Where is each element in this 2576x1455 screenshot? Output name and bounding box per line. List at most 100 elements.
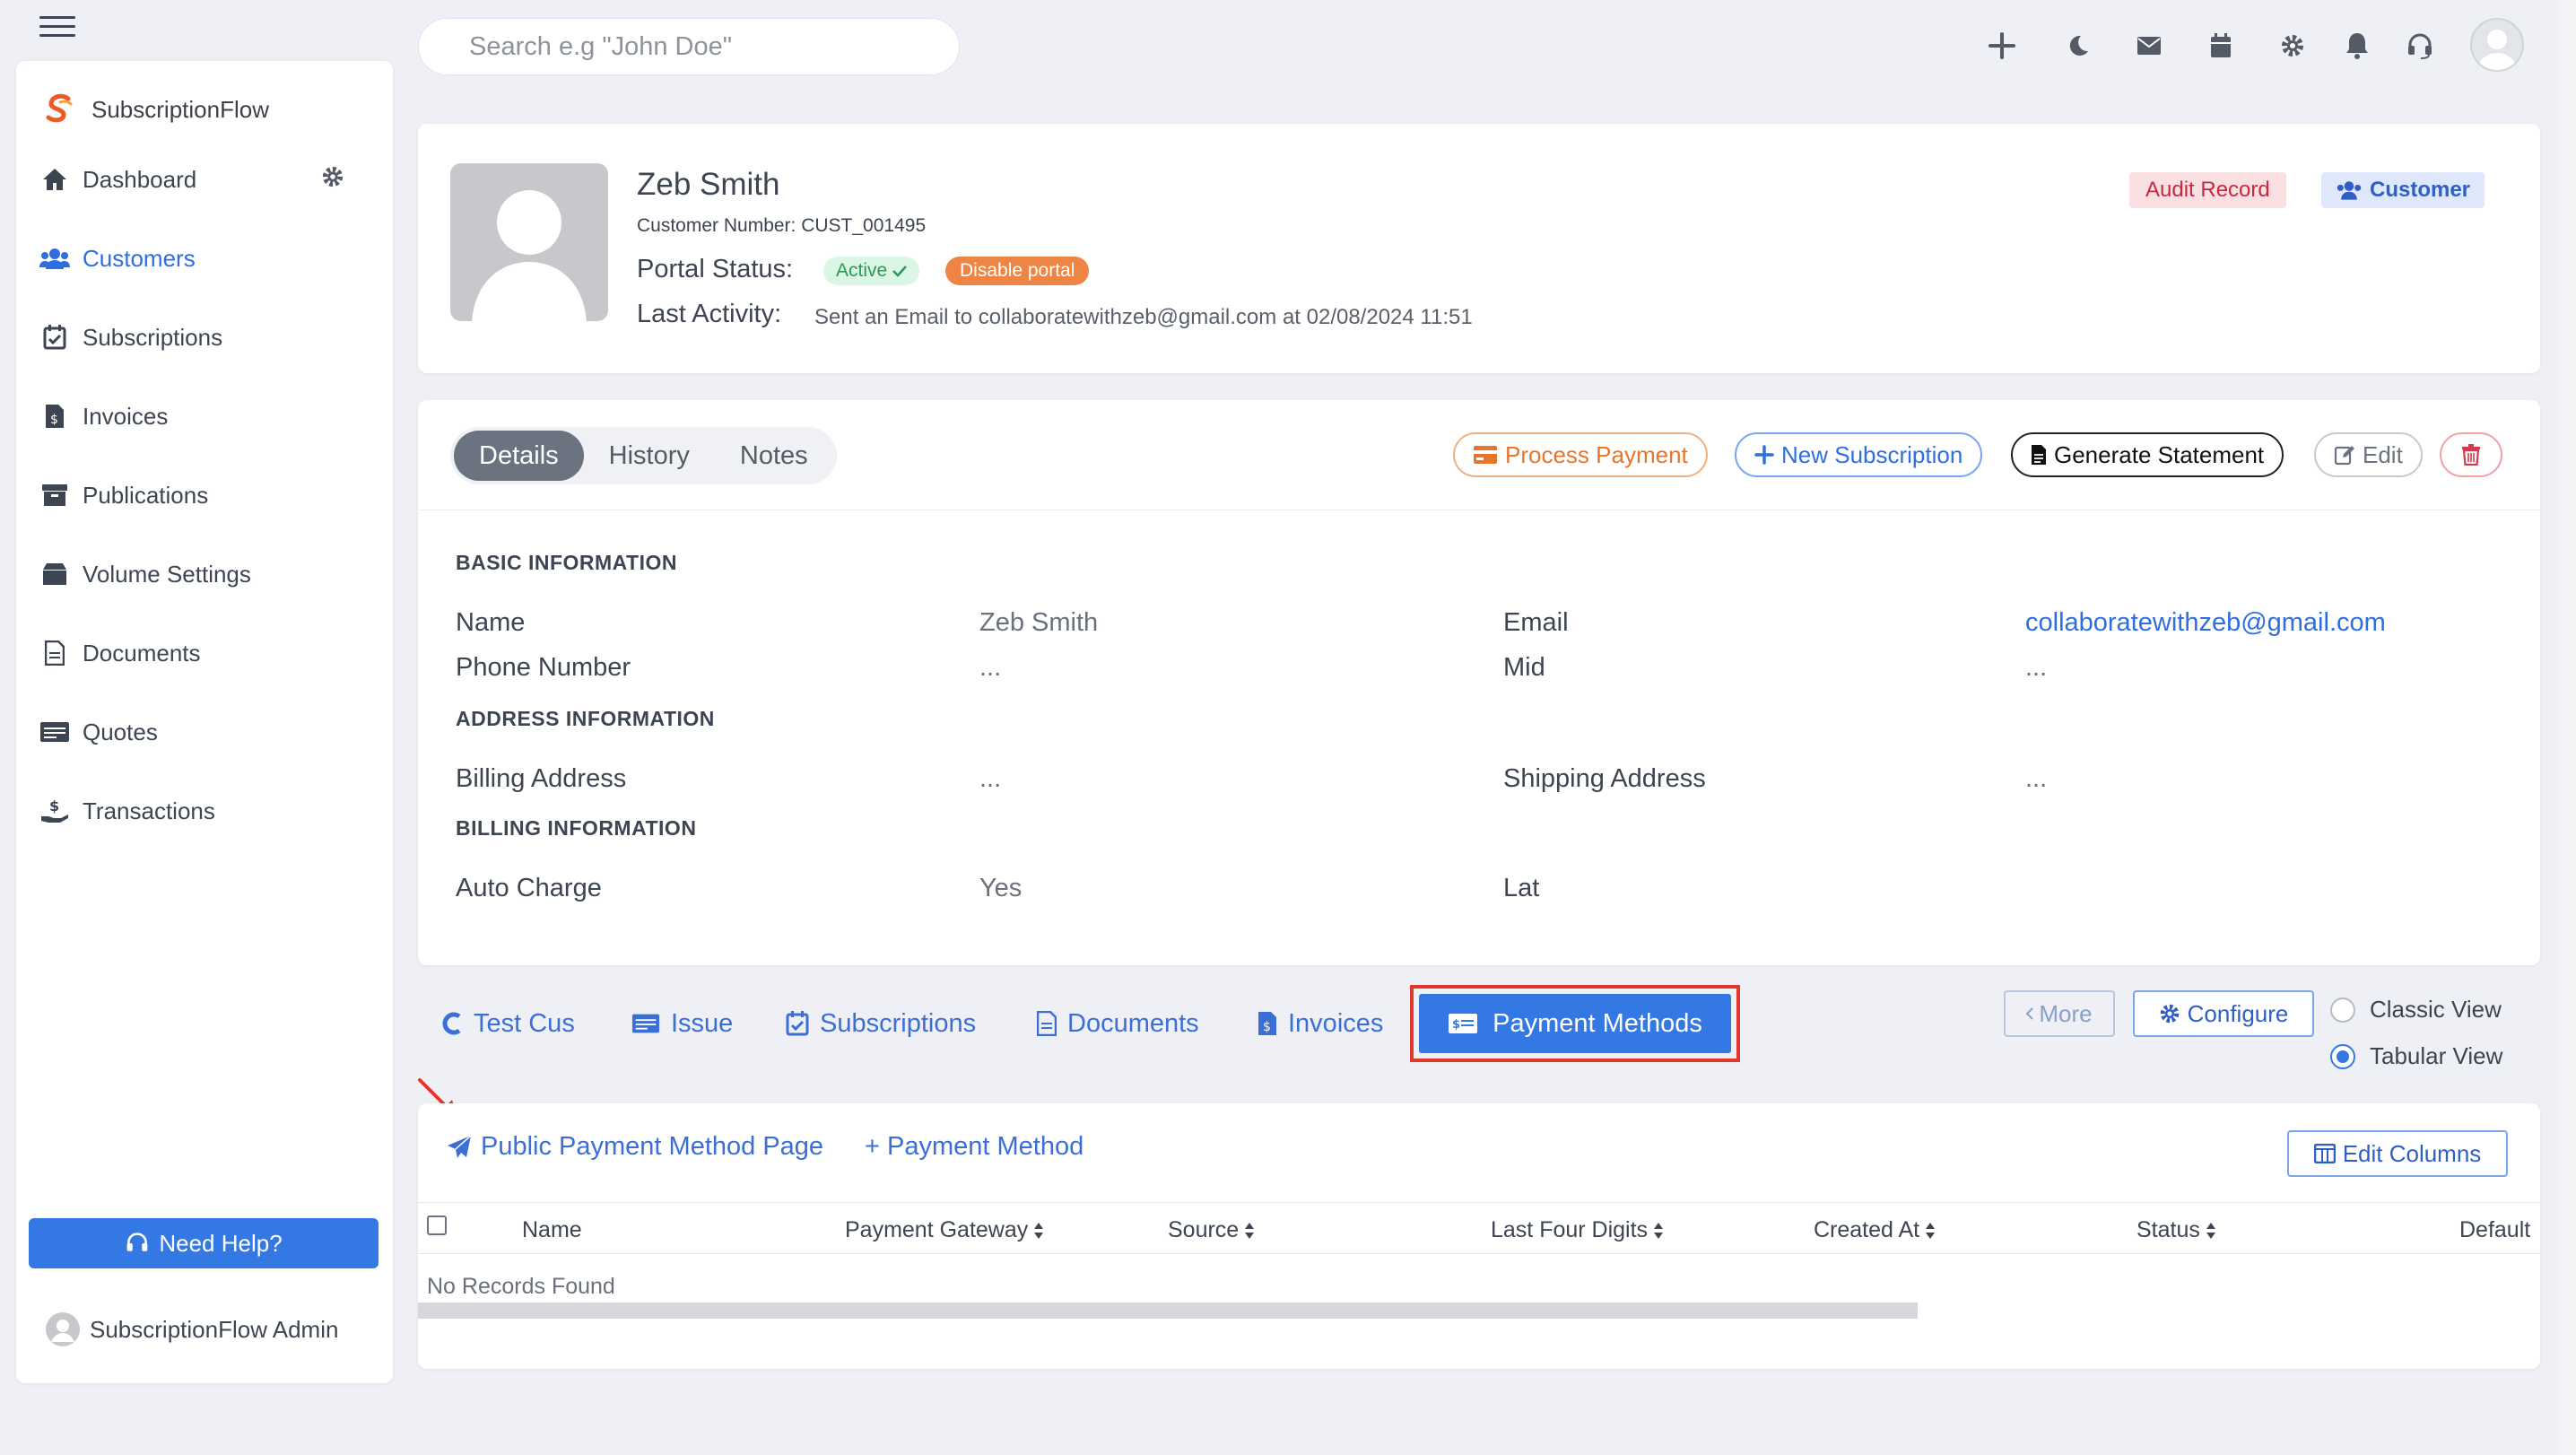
classic-view-radio[interactable]: Classic View [2330, 996, 2502, 1024]
tab-history[interactable]: History [584, 431, 715, 481]
column-label: Default [2459, 1217, 2531, 1242]
sidebar-item-transactions[interactable]: $ Transactions [39, 791, 215, 831]
calendar-icon[interactable] [2201, 23, 2241, 68]
sidebar-item-label: Customers [83, 244, 196, 272]
subtab-issue[interactable]: Issue [631, 1003, 733, 1044]
plus-icon[interactable] [1982, 23, 2022, 68]
more-button[interactable]: More [2004, 990, 2115, 1037]
disable-portal-button[interactable]: Disable portal [945, 257, 1090, 285]
need-help-label: Need Help? [159, 1229, 283, 1257]
column-header-last-four-digits[interactable]: Last Four Digits [1491, 1217, 1664, 1243]
page-scrollbar[interactable] [2558, 0, 2576, 1455]
subscriptionflow-logo-icon [46, 93, 73, 123]
archive-icon [39, 480, 70, 510]
gear-icon[interactable] [2273, 23, 2312, 68]
sidebar-item-publications[interactable]: Publications [39, 475, 208, 515]
admin-user[interactable]: SubscriptionFlow Admin [45, 1311, 338, 1347]
column-header-name[interactable]: Name [522, 1217, 582, 1243]
moon-icon[interactable] [2058, 23, 2097, 68]
field-label-mid: Mid [1503, 653, 1545, 682]
last-activity-label: Last Activity: [637, 300, 782, 328]
need-help-button[interactable]: Need Help? [29, 1218, 379, 1268]
invoice-icon: $ [39, 401, 70, 431]
edit-columns-button[interactable]: Edit Columns [2287, 1130, 2508, 1177]
tab-details[interactable]: Details [454, 431, 584, 481]
sidebar-item-volume-settings[interactable]: Volume Settings [39, 554, 251, 594]
subtab-label: Documents [1067, 1008, 1199, 1038]
subtab-label: Issue [671, 1008, 734, 1038]
generate-statement-button[interactable]: Generate Statement [2011, 432, 2284, 477]
select-all-checkbox[interactable] [427, 1215, 447, 1235]
svg-text:$: $ [50, 413, 58, 427]
columns-icon [2313, 1144, 2336, 1163]
user-avatar-icon[interactable] [2470, 18, 2524, 72]
field-label-shipping-address: Shipping Address [1503, 764, 1706, 793]
brand-logo[interactable]: SubscriptionFlow [41, 91, 269, 127]
sidebar-item-documents[interactable]: Documents [39, 633, 201, 673]
public-payment-method-page-link[interactable]: Public Payment Method Page [447, 1132, 823, 1162]
sidebar: SubscriptionFlow Dashboard Customers Sub… [16, 61, 393, 1383]
sort-icon [1654, 1222, 1664, 1239]
field-label-auto-charge: Auto Charge [456, 874, 602, 902]
calendar-check-icon [39, 322, 70, 353]
configure-button[interactable]: Configure [2133, 990, 2314, 1037]
sort-icon [2206, 1222, 2215, 1239]
delete-button[interactable] [2440, 432, 2502, 477]
column-header-created-at[interactable]: Created At [1814, 1217, 1936, 1243]
column-header-status[interactable]: Status [2137, 1217, 2216, 1243]
subtab-label: Payment Methods [1493, 1008, 1702, 1038]
column-label: Name [522, 1217, 582, 1242]
portal-status-text: Active [836, 260, 888, 281]
search-input[interactable]: Search e.g "John Doe" [418, 18, 960, 75]
sidebar-item-customers[interactable]: Customers [39, 239, 196, 278]
column-header-source[interactable]: Source [1168, 1217, 1255, 1243]
subtab-payment-methods[interactable]: $ Payment Methods [1419, 994, 1731, 1053]
radio-button-selected[interactable] [2330, 1043, 2355, 1069]
customer-name: Zeb Smith [637, 167, 780, 202]
brand-name: SubscriptionFlow [91, 95, 269, 123]
new-subscription-button[interactable]: New Subscription [1735, 432, 1983, 477]
headset-icon [126, 1233, 148, 1251]
field-label-billing-address: Billing Address [456, 764, 627, 793]
more-label: More [2039, 999, 2093, 1027]
edit-columns-label: Edit Columns [2342, 1139, 2482, 1167]
gear-icon [2160, 1004, 2179, 1024]
customer-type-label: Customer [2370, 178, 2471, 202]
sidebar-item-quotes[interactable]: Quotes [39, 712, 158, 752]
new-subscription-label: New Subscription [1781, 440, 1963, 468]
headset-icon[interactable] [2400, 23, 2440, 68]
column-header-default[interactable]: Default [2459, 1217, 2530, 1243]
svg-text:$: $ [1452, 1018, 1460, 1032]
subtab-label: Subscriptions [820, 1008, 977, 1038]
tabular-view-radio[interactable]: Tabular View [2330, 1042, 2502, 1070]
sidebar-item-invoices[interactable]: $ Invoices [39, 396, 168, 436]
sidebar-item-dashboard[interactable]: Dashboard [39, 160, 196, 199]
sort-icon [1245, 1222, 1255, 1239]
mail-icon[interactable] [2129, 23, 2169, 68]
field-value-email[interactable]: collaboratewithzeb@gmail.com [2025, 608, 2386, 638]
users-icon [39, 243, 70, 274]
add-payment-method-link[interactable]: + Payment Method [865, 1132, 1083, 1162]
subtab-test-cus[interactable]: Test Cus [441, 1003, 575, 1044]
audit-record-button[interactable]: Audit Record [2129, 172, 2286, 208]
subtab-documents[interactable]: Documents [1037, 1003, 1199, 1044]
edit-button[interactable]: Edit [2314, 432, 2423, 477]
svg-text:$: $ [49, 798, 59, 815]
classic-view-label: Classic View [2370, 996, 2502, 1023]
subtab-subscriptions[interactable]: Subscriptions [786, 1003, 976, 1044]
box-icon [39, 559, 70, 589]
radio-button[interactable] [2330, 997, 2355, 1023]
tab-notes[interactable]: Notes [715, 431, 833, 481]
sidebar-item-label: Transactions [83, 797, 215, 824]
column-header-payment-gateway[interactable]: Payment Gateway [845, 1217, 1044, 1243]
process-payment-button[interactable]: Process Payment [1453, 432, 1708, 477]
sidebar-item-label: Dashboard [83, 165, 197, 193]
hamburger-icon[interactable] [39, 16, 75, 43]
dashboard-settings-gear-icon[interactable] [321, 165, 344, 188]
sidebar-item-subscriptions[interactable]: Subscriptions [39, 318, 222, 357]
horizontal-scrollbar[interactable] [418, 1303, 1918, 1319]
column-label: Source [1168, 1217, 1240, 1242]
sidebar-item-label: Documents [83, 639, 201, 667]
subtab-invoices[interactable]: $ Invoices [1258, 1003, 1383, 1044]
bell-icon[interactable] [2337, 23, 2377, 68]
